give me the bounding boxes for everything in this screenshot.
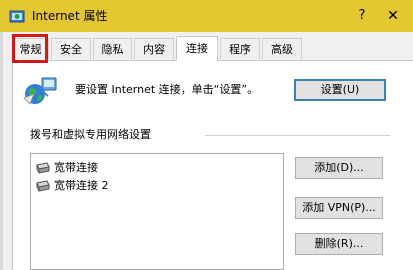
modem-icon xyxy=(36,180,50,192)
remove-button-label: 删除(R)... xyxy=(314,237,364,250)
internet-options-icon xyxy=(9,10,25,23)
connection-name: 宽带连接 2 xyxy=(54,179,109,192)
add-vpn-button-label: 添加 VPN(P)... xyxy=(302,201,376,214)
setup-button-label: 设置(U) xyxy=(320,83,360,96)
tab-label: 连接 xyxy=(186,42,208,55)
add-button-label: 添加(D)... xyxy=(314,161,364,174)
tab-label: 高级 xyxy=(271,43,293,56)
modem-icon xyxy=(36,162,50,174)
globe-network-icon xyxy=(23,77,57,105)
help-button[interactable]: ? xyxy=(352,6,372,26)
tab-content[interactable]: 内容 xyxy=(134,38,174,59)
remove-button[interactable]: 删除(R)... xyxy=(295,233,383,255)
highlight-annotation-box xyxy=(12,34,48,63)
tab-label: 内容 xyxy=(143,43,165,56)
dialup-section-label: 拨号和虚拟专用网络设置 xyxy=(30,128,151,141)
tab-security[interactable]: 安全 xyxy=(51,38,91,59)
tab-label: 隐私 xyxy=(101,43,124,56)
section-divider xyxy=(205,135,390,136)
tab-label: 安全 xyxy=(60,43,82,56)
setup-button[interactable]: 设置(U) xyxy=(294,79,386,101)
tab-connections[interactable]: 连接 xyxy=(176,36,218,61)
tab-advanced[interactable]: 高级 xyxy=(262,38,302,59)
connections-listbox[interactable]: 宽带连接 宽带连接 2 xyxy=(30,153,284,270)
window-title: Internet 属性 xyxy=(32,9,108,23)
setup-instruction-text: 要设置 Internet 连接，单击“设置”。 xyxy=(75,83,259,96)
connection-name: 宽带连接 xyxy=(54,161,98,174)
close-button[interactable]: ✕ xyxy=(381,6,405,26)
title-bar[interactable]: Internet 属性 ? ✕ xyxy=(0,0,413,32)
add-vpn-button[interactable]: 添加 VPN(P)... xyxy=(295,197,383,219)
add-button[interactable]: 添加(D)... xyxy=(295,157,383,179)
tab-programs[interactable]: 程序 xyxy=(220,38,260,59)
tab-privacy[interactable]: 隐私 xyxy=(93,38,132,59)
tab-label: 程序 xyxy=(229,43,251,56)
